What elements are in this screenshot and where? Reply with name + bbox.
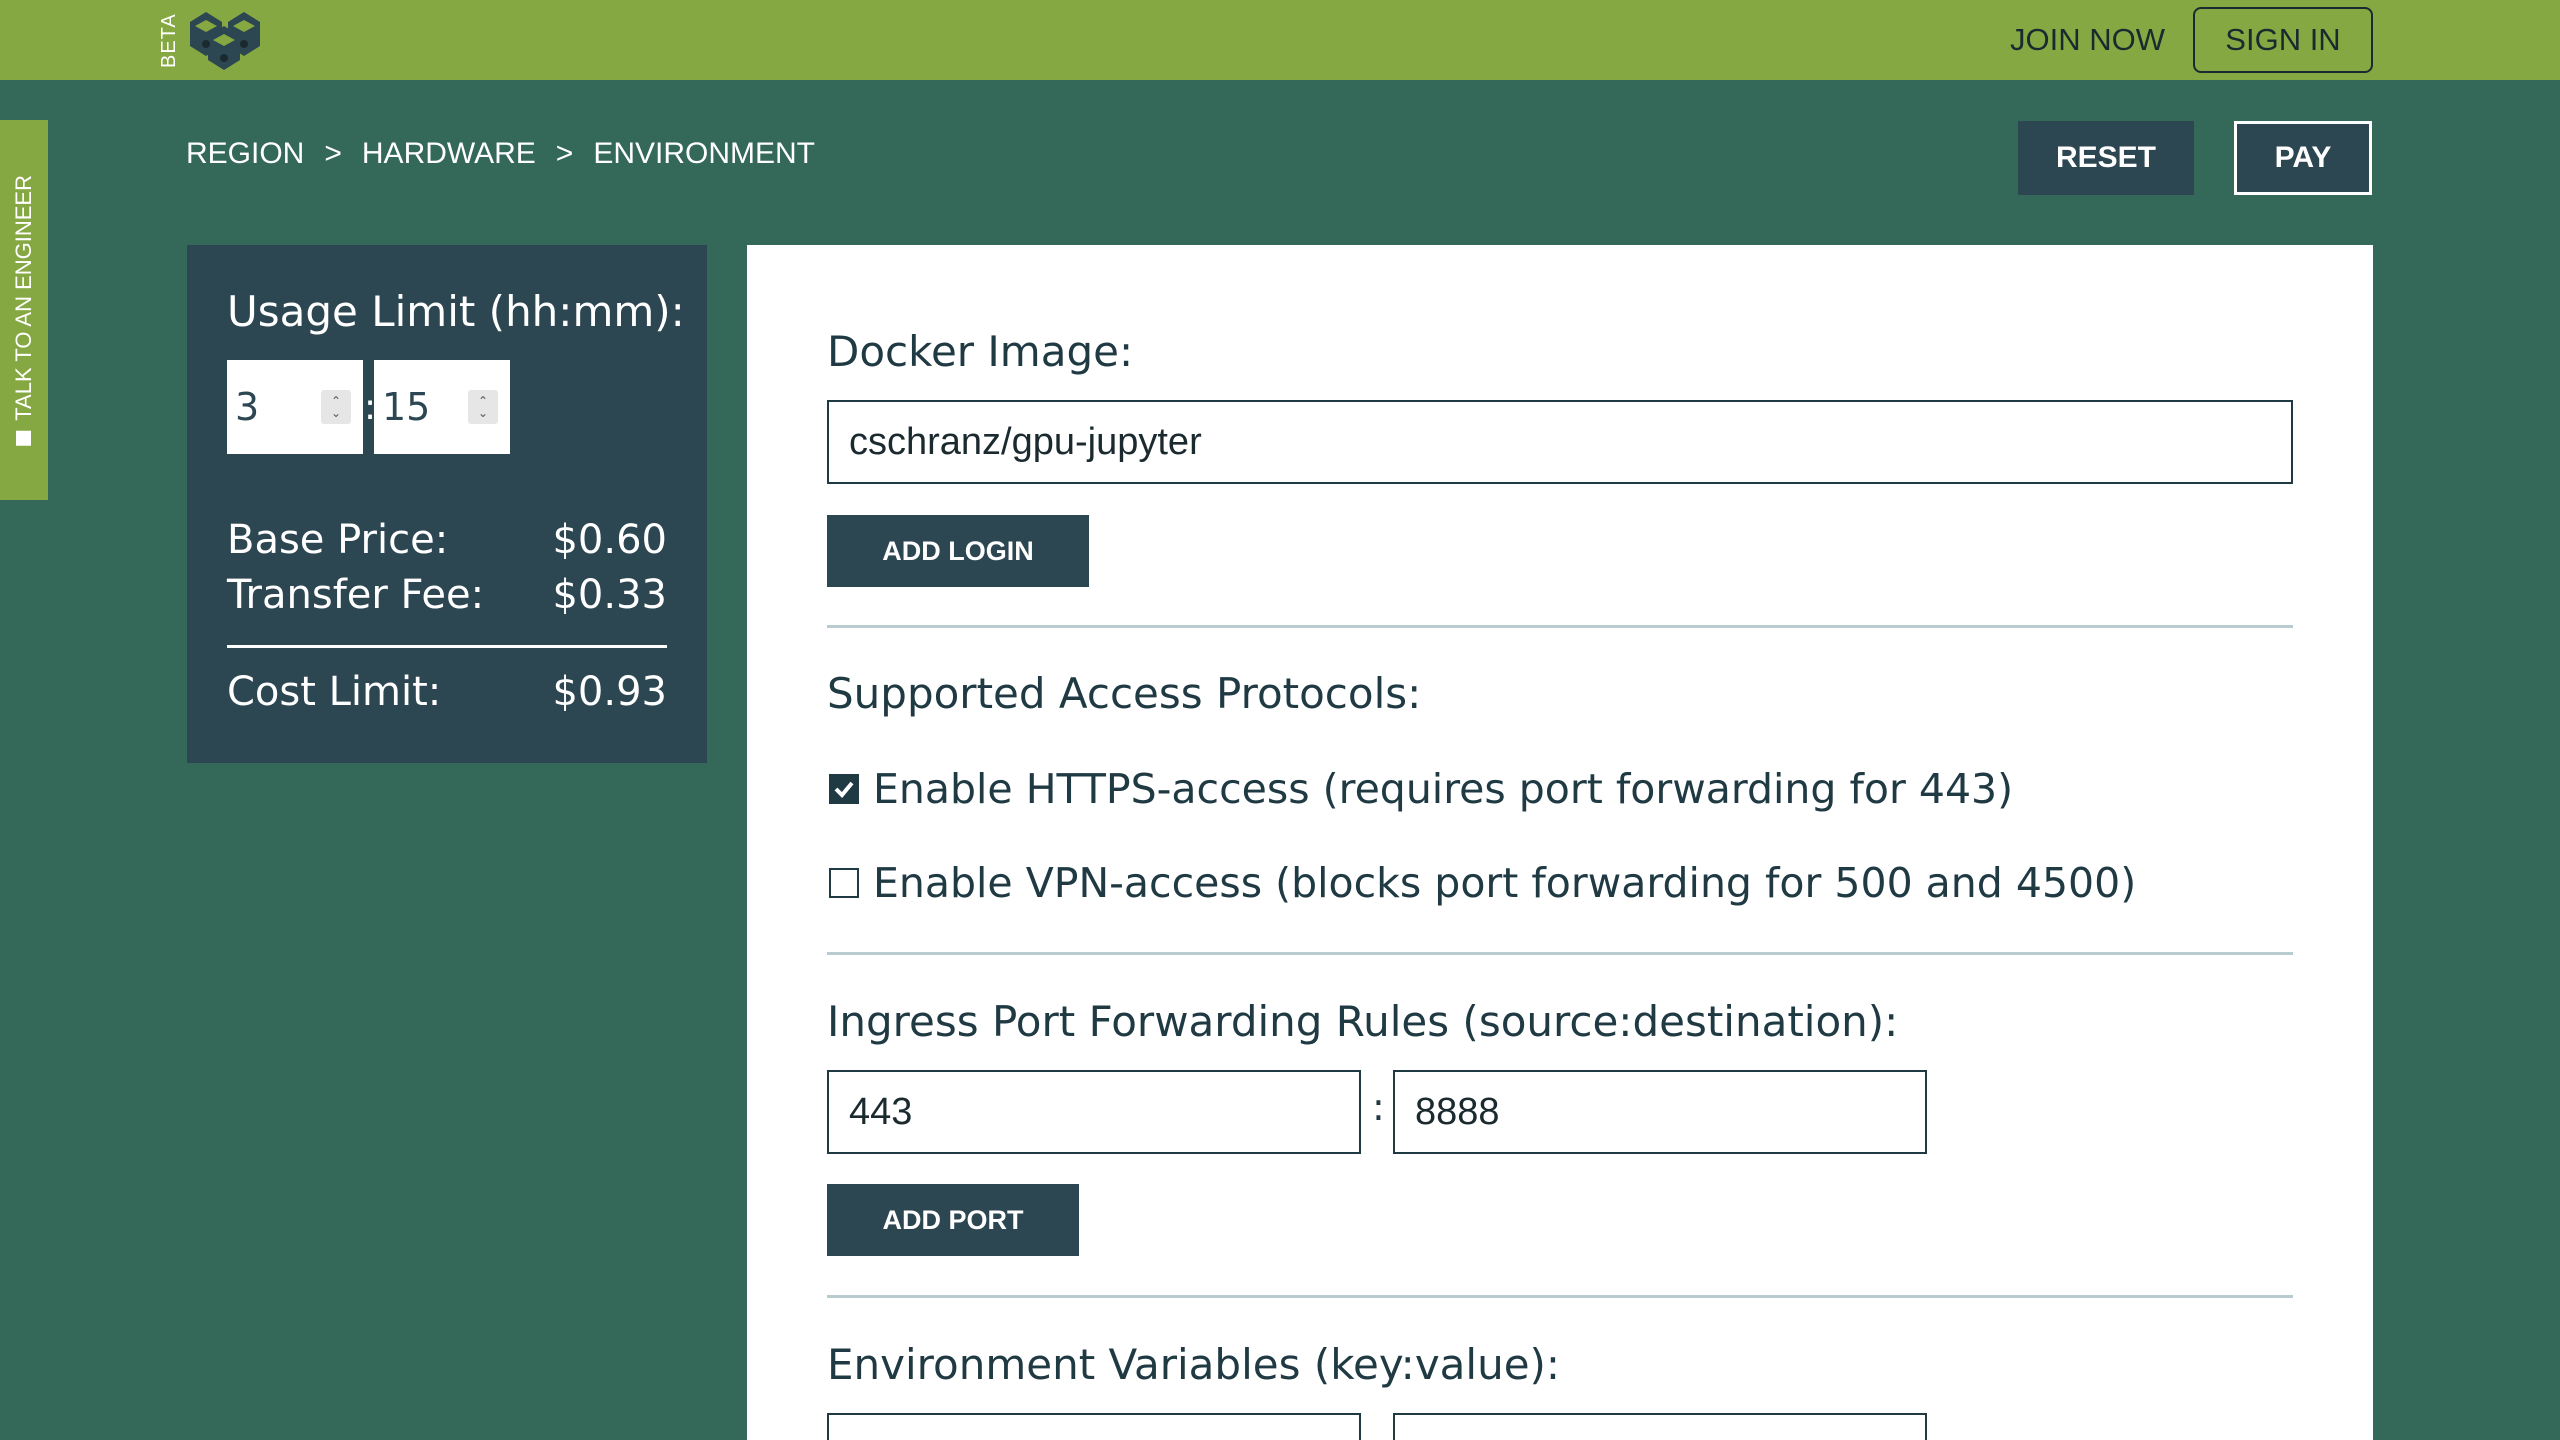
base-price-row: Base Price: $0.60	[227, 517, 667, 563]
breadcrumb-separator: >	[324, 137, 342, 170]
breadcrumb: REGION > HARDWARE > ENVIRONMENT	[186, 134, 815, 174]
environment-config-panel: Docker Image: ADD LOGIN Supported Access…	[747, 245, 2373, 1440]
beta-label: BETA	[158, 13, 180, 69]
transfer-fee-row: Transfer Fee: $0.33	[227, 572, 667, 618]
vpn-access-label: Enable VPN-access (blocks port forwardin…	[873, 859, 2137, 907]
ingress-rules-heading: Ingress Port Forwarding Rules (source:de…	[827, 997, 1899, 1046]
port-source-input[interactable]	[827, 1070, 1361, 1154]
talk-to-engineer-tab[interactable]: TALK TO AN ENGINEER	[0, 120, 48, 500]
section-divider	[827, 1295, 2293, 1298]
hours-spinner-icon[interactable]: ⌃ ⌄	[321, 390, 351, 424]
talk-to-engineer-content: TALK TO AN ENGINEER	[11, 175, 37, 446]
base-price-value: $0.60	[552, 517, 667, 563]
summary-divider	[227, 645, 667, 648]
usage-limit-label: Usage Limit (hh:mm):	[227, 287, 685, 336]
cost-limit-row: Cost Limit: $0.93	[227, 669, 667, 715]
logo-icon[interactable]	[186, 10, 268, 70]
section-divider	[827, 625, 2293, 628]
breadcrumb-region[interactable]: REGION	[186, 137, 304, 171]
join-now-link[interactable]: JOIN NOW	[2010, 20, 2165, 60]
section-divider	[827, 952, 2293, 955]
reset-button[interactable]: RESET	[2018, 121, 2194, 195]
access-protocols-heading: Supported Access Protocols:	[827, 669, 1422, 718]
port-separator: :	[1372, 1085, 1385, 1129]
env-key-input[interactable]	[827, 1413, 1361, 1440]
env-value-input[interactable]	[1393, 1413, 1927, 1440]
cost-limit-value: $0.93	[552, 669, 667, 715]
docker-image-heading: Docker Image:	[827, 327, 1134, 376]
minutes-stepper[interactable]: ⌃⌄	[374, 360, 510, 454]
add-port-button[interactable]: ADD PORT	[827, 1184, 1079, 1256]
https-access-checkbox[interactable]	[829, 774, 859, 804]
environment-variables-heading: Environment Variables (key:value):	[827, 1340, 1561, 1389]
chat-square-icon	[16, 430, 32, 446]
https-access-option[interactable]: Enable HTTPS-access (requires port forwa…	[829, 765, 2013, 813]
vpn-access-checkbox[interactable]	[829, 868, 859, 898]
breadcrumb-environment[interactable]: ENVIRONMENT	[593, 137, 815, 171]
cost-limit-label: Cost Limit:	[227, 669, 442, 715]
cost-summary-panel: Usage Limit (hh:mm): ⌃⌄ : ⌃⌄ Base Price:…	[187, 245, 707, 763]
transfer-fee-value: $0.33	[552, 572, 667, 618]
hours-stepper[interactable]: ⌃⌄	[227, 360, 363, 454]
top-bar: BETA JOIN NOW SIGN IN	[0, 0, 2560, 80]
docker-image-input[interactable]	[827, 400, 2293, 484]
port-destination-input[interactable]	[1393, 1070, 1927, 1154]
https-access-label: Enable HTTPS-access (requires port forwa…	[873, 765, 2014, 813]
pay-button[interactable]: PAY	[2234, 121, 2372, 195]
minutes-input[interactable]	[374, 385, 460, 429]
base-price-label: Base Price:	[227, 517, 449, 563]
talk-to-engineer-label: TALK TO AN ENGINEER	[11, 174, 36, 421]
transfer-fee-label: Transfer Fee:	[227, 572, 485, 618]
breadcrumb-hardware[interactable]: HARDWARE	[362, 137, 536, 171]
breadcrumb-separator: >	[555, 137, 574, 170]
sign-in-button[interactable]: SIGN IN	[2193, 7, 2373, 73]
hours-input[interactable]	[227, 385, 313, 429]
vpn-access-option[interactable]: Enable VPN-access (blocks port forwardin…	[829, 859, 2136, 907]
minutes-spinner-icon[interactable]: ⌃ ⌄	[468, 390, 498, 424]
add-login-button[interactable]: ADD LOGIN	[827, 515, 1089, 587]
